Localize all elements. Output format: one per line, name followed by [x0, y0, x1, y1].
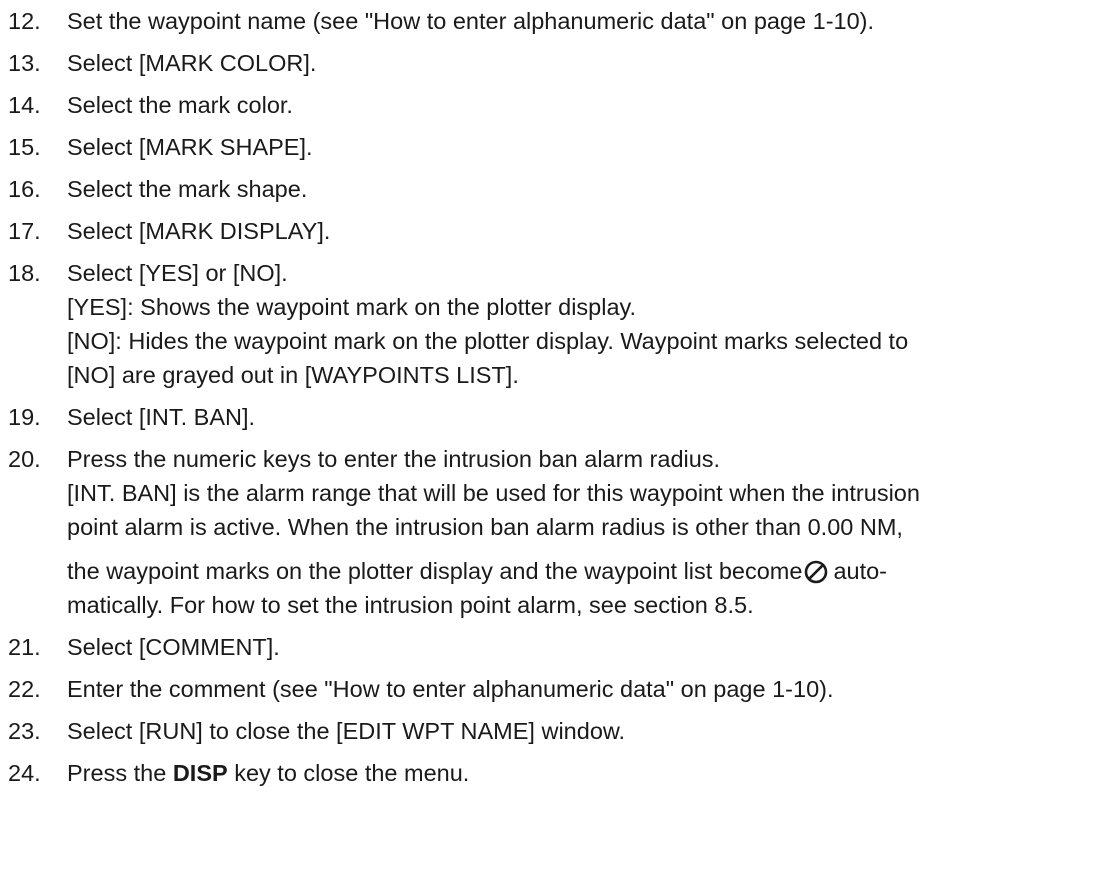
step-detail-line-2: point alarm is active. When the intrusio… — [67, 514, 903, 540]
step-detail-line-1: [INT. BAN] is the alarm range that will … — [67, 480, 920, 506]
step-19: 19. Select [INT. BAN]. — [8, 400, 1098, 434]
step-number: 21. — [8, 634, 41, 660]
step-text: Press the numeric keys to enter the intr… — [67, 446, 721, 472]
step-text: Select [MARK SHAPE]. — [67, 134, 313, 160]
step-text: Select [MARK DISPLAY]. — [67, 218, 331, 244]
step-22: 22. Enter the comment (see "How to enter… — [8, 672, 1098, 706]
step-text: Set the waypoint name (see "How to enter… — [67, 8, 875, 34]
step-number: 17. — [8, 218, 41, 244]
step-text: Select [RUN] to close the [EDIT WPT NAME… — [67, 718, 626, 744]
step-text-after: key to close the menu. — [234, 760, 470, 786]
step-13: 13. Select [MARK COLOR]. — [8, 46, 1098, 80]
step-detail-line-4: matically. For how to set the intrusion … — [67, 592, 754, 618]
step-12: 12. Set the waypoint name (see "How to e… — [8, 4, 1098, 38]
prohibited-circle-icon — [805, 560, 828, 584]
step-16: 16. Select the mark shape. — [8, 172, 1098, 206]
manual-page: 12. Set the waypoint name (see "How to e… — [0, 0, 1103, 888]
detail-text-before-icon: the waypoint marks on the plotter displa… — [67, 558, 803, 584]
step-detail-no-cont: [NO] are grayed out in [WAYPOINTS LIST]. — [67, 362, 519, 388]
step-text: Select [YES] or [NO]. — [67, 260, 288, 286]
step-17: 17. Select [MARK DISPLAY]. — [8, 214, 1098, 248]
procedure-steps: 12. Set the waypoint name (see "How to e… — [8, 4, 1098, 798]
step-number: 13. — [8, 50, 41, 76]
step-number: 19. — [8, 404, 41, 430]
step-text: Select [COMMENT]. — [67, 634, 280, 660]
step-21: 21. Select [COMMENT]. — [8, 630, 1098, 664]
step-number: 22. — [8, 676, 41, 702]
step-23: 23. Select [RUN] to close the [EDIT WPT … — [8, 714, 1098, 748]
step-number: 23. — [8, 718, 41, 744]
step-detail-line-3: the waypoint marks on the plotter displa… — [67, 554, 1098, 588]
step-detail-yes: [YES]: Shows the waypoint mark on the pl… — [67, 294, 637, 320]
step-number: 14. — [8, 92, 41, 118]
step-text: Select [MARK COLOR]. — [67, 50, 317, 76]
step-number: 12. — [8, 8, 41, 34]
step-20: 20. Press the numeric keys to enter the … — [8, 442, 1098, 622]
step-number: 18. — [8, 260, 41, 286]
step-14: 14. Select the mark color. — [8, 88, 1098, 122]
step-text: Select the mark color. — [67, 92, 293, 118]
detail-text-after-icon: auto- — [833, 558, 888, 584]
step-number: 20. — [8, 446, 41, 472]
step-detail-no: [NO]: Hides the waypoint mark on the plo… — [67, 328, 909, 354]
step-15: 15. Select [MARK SHAPE]. — [8, 130, 1098, 164]
step-text: Select the mark shape. — [67, 176, 308, 202]
step-text-before: Press the — [67, 760, 167, 786]
step-18: 18. Select [YES] or [NO]. [YES]: Shows t… — [8, 256, 1098, 392]
disp-key-label: DISP — [172, 760, 228, 786]
step-number: 16. — [8, 176, 41, 202]
step-number: 15. — [8, 134, 41, 160]
step-number: 24. — [8, 760, 41, 786]
step-24: 24. Press the DISP key to close the menu… — [8, 756, 1098, 790]
step-text: Select [INT. BAN]. — [67, 404, 256, 430]
step-text: Enter the comment (see "How to enter alp… — [67, 676, 834, 702]
